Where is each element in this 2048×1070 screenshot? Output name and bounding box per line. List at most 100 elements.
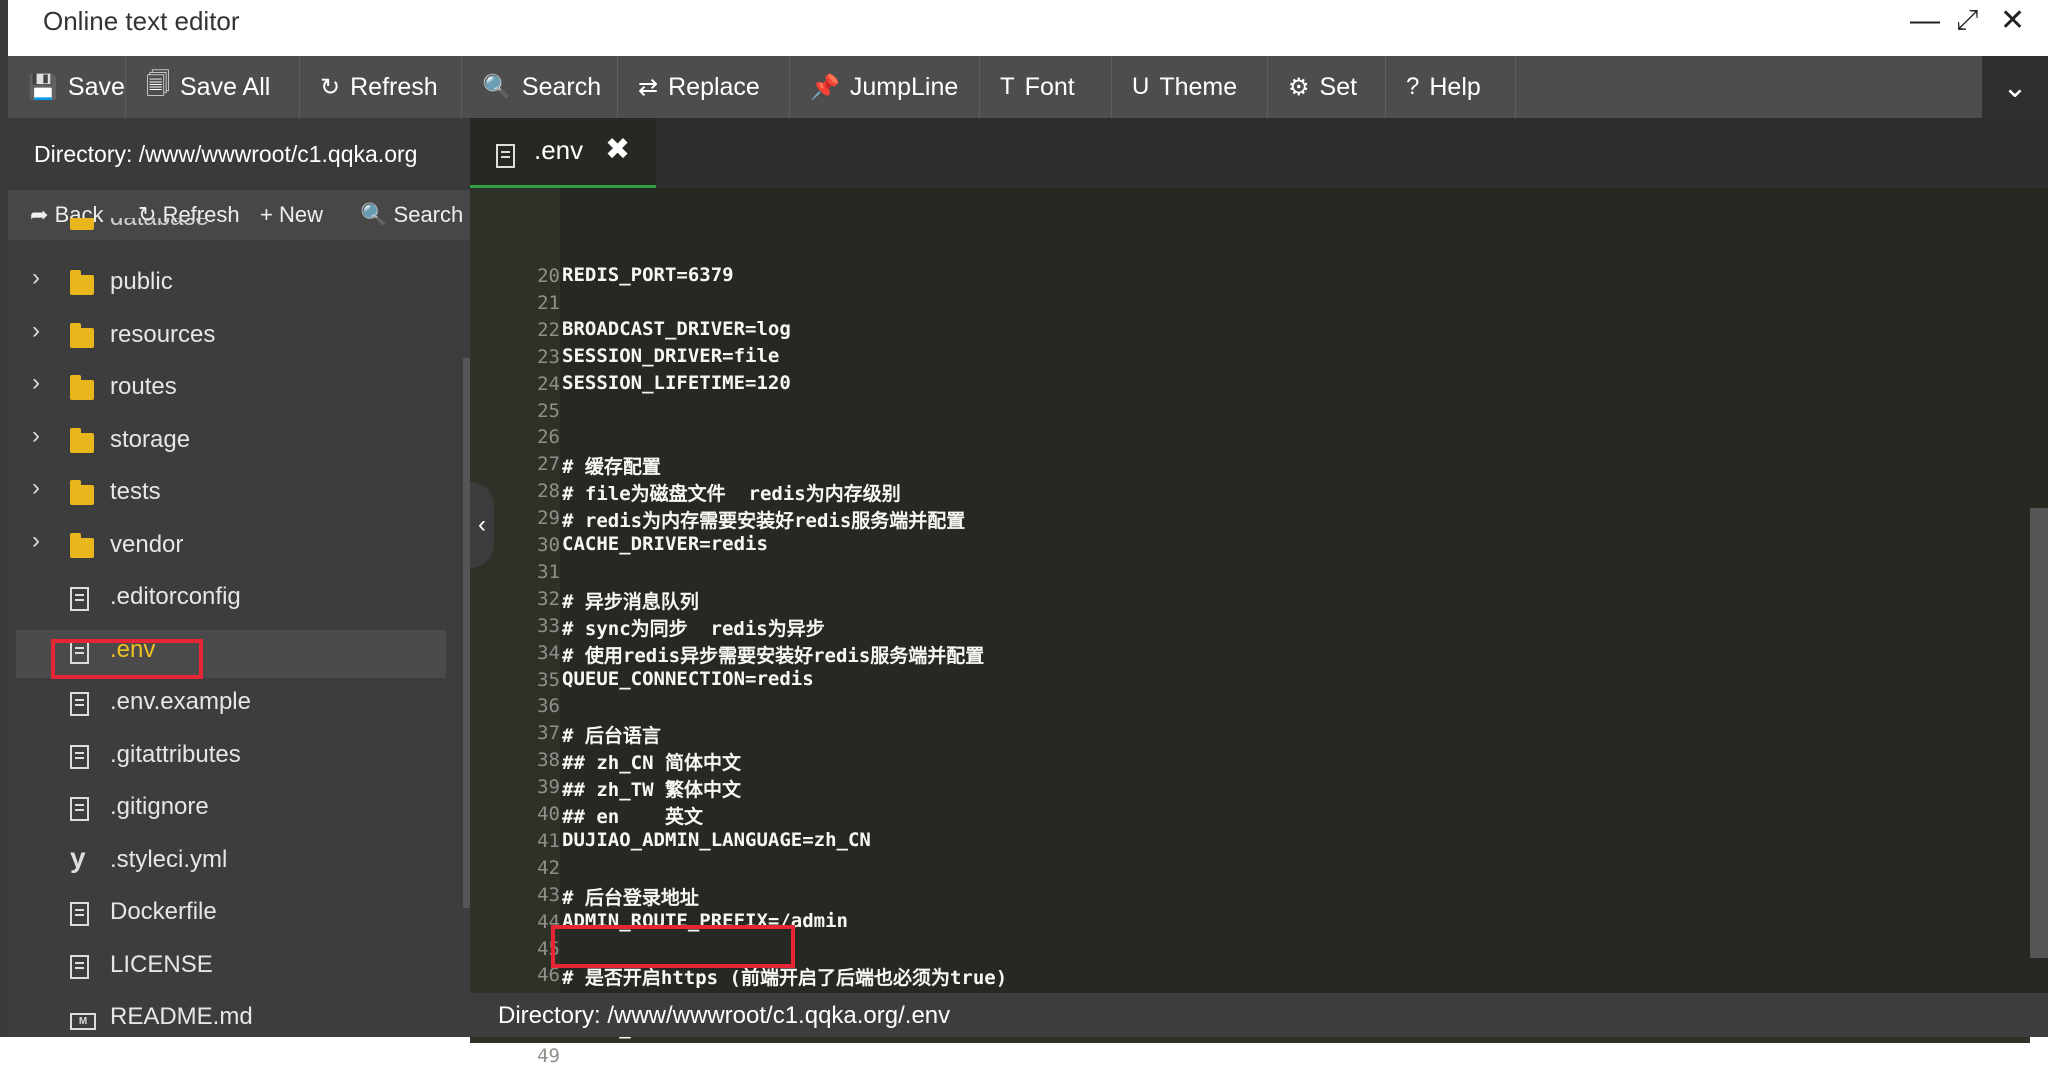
line-text: SESSION_LIFETIME=120 <box>562 371 791 394</box>
code-line[interactable]: 22 BROADCAST_DRIVER=log <box>470 317 2030 344</box>
folder-icon <box>70 480 94 505</box>
chevron-right-icon[interactable]: › <box>32 317 40 345</box>
code-line[interactable]: 31 <box>470 559 2030 586</box>
code-line[interactable]: 26 <box>470 424 2030 451</box>
sidebar-scrollbar[interactable] <box>463 358 470 908</box>
line-number: 24 <box>537 372 560 395</box>
tree-item-readme[interactable]: M README.md <box>8 997 448 1037</box>
line-text: # 后台登录地址 <box>562 886 699 909</box>
tree-item-gitignore[interactable]: .gitignore <box>8 787 448 835</box>
line-text: # 后台语言 <box>562 725 661 748</box>
code-line[interactable]: 29 # redis为内存需要安装好redis服务端并配置 <box>470 505 2030 532</box>
code-line[interactable]: 36 <box>470 693 2030 720</box>
window-left-edge <box>0 0 8 1037</box>
code-line[interactable]: 34 # 使用redis异步需要安装好redis服务端并配置 <box>470 640 2030 667</box>
search-button[interactable]: 🔍 Search <box>462 56 618 118</box>
replace-button[interactable]: ⇄ Replace <box>618 56 790 118</box>
file-icon <box>70 955 89 982</box>
line-text: # redis为内存需要安装好redis服务端并配置 <box>562 510 966 533</box>
close-button[interactable]: ✕ <box>2000 6 2025 36</box>
tree-item-vendor[interactable]: › vendor <box>8 525 448 573</box>
sidebar-collapse-button[interactable]: ‹ <box>470 482 494 568</box>
code-line[interactable]: 49 <box>470 1043 2030 1070</box>
chevron-right-icon[interactable]: › <box>32 264 40 292</box>
editor-area: .env ✖ 20 REDIS_PORT=6379 21 22 BROADCAST_DR… <box>470 118 2048 1067</box>
tree-item-public[interactable]: › public <box>8 262 448 310</box>
file-icon <box>70 797 89 824</box>
editor-scrollbar[interactable] <box>2030 508 2048 958</box>
code-line[interactable]: 25 <box>470 398 2030 425</box>
line-number: 22 <box>537 318 560 341</box>
line-number: 32 <box>537 587 560 610</box>
save-button[interactable]: 💾 Save <box>8 56 126 118</box>
help-icon: ? <box>1406 73 1420 100</box>
line-text: DUJIAO_ADMIN_LANGUAGE=zh_CN <box>562 828 871 851</box>
folder-icon <box>70 218 94 230</box>
save-all-button[interactable]: 🗐 Save All <box>126 56 300 118</box>
code-line[interactable]: 23 SESSION_DRIVER=file <box>470 344 2030 371</box>
code-line[interactable]: 38 ## zh_CN 简体中文 <box>470 747 2030 774</box>
code-line[interactable]: 32 # 异步消息队列 <box>470 586 2030 613</box>
refresh-icon: ↻ <box>320 73 341 101</box>
folder-icon <box>70 533 94 558</box>
jumpline-button[interactable]: 📌 JumpLine <box>790 56 980 118</box>
code-line[interactable]: 39 ## zh_TW 繁体中文 <box>470 774 2030 801</box>
line-text: ## zh_TW 繁体中文 <box>562 779 741 802</box>
chevron-right-icon[interactable]: › <box>32 369 40 397</box>
save-label: Save <box>67 72 125 101</box>
code-line[interactable]: 30 CACHE_DRIVER=redis <box>470 532 2030 559</box>
code-line[interactable]: 37 # 后台语言 <box>470 720 2030 747</box>
tree-item-database[interactable]: database <box>8 218 448 242</box>
font-button[interactable]: T Font <box>980 56 1112 118</box>
tree-item-env-example[interactable]: .env.example <box>8 682 448 730</box>
folder-icon <box>70 270 94 295</box>
folder-icon <box>70 375 94 400</box>
code-line[interactable]: 40 ## en 英文 <box>470 801 2030 828</box>
help-button[interactable]: ? Help <box>1386 56 1516 118</box>
code-line[interactable]: 41 DUJIAO_ADMIN_LANGUAGE=zh_CN <box>470 828 2030 855</box>
code-line[interactable]: 28 # file为磁盘文件 redis为内存级别 <box>470 478 2030 505</box>
code-line[interactable]: 21 <box>470 290 2030 317</box>
tree-item-dockerfile[interactable]: Dockerfile <box>8 892 448 940</box>
code-line[interactable]: 43 # 后台登录地址 <box>470 882 2030 909</box>
toolbar-collapse-button[interactable]: ⌄ <box>1982 56 2048 118</box>
theme-button[interactable]: U Theme <box>1112 56 1268 118</box>
code-line[interactable]: 42 <box>470 855 2030 882</box>
tree-item-storage[interactable]: › storage <box>8 420 448 468</box>
tree-item-license[interactable]: LICENSE <box>8 945 448 993</box>
tab-close-icon[interactable]: ✖ <box>605 132 630 167</box>
folder-icon <box>70 323 94 348</box>
line-number: 46 <box>537 964 560 987</box>
tab-env[interactable]: .env ✖ <box>470 118 656 188</box>
chevron-right-icon[interactable]: › <box>32 474 40 502</box>
save-all-label: Save All <box>179 72 271 101</box>
line-number: 38 <box>537 749 560 772</box>
tree-item-tests[interactable]: › tests <box>8 472 448 520</box>
code-line[interactable]: 27 # 缓存配置 <box>470 451 2030 478</box>
replace-label: Replace <box>668 72 760 101</box>
minimize-button[interactable]: — <box>1910 6 1940 36</box>
search-icon: 🔍 <box>482 73 512 101</box>
code-line[interactable]: 35 QUEUE_CONNECTION=redis <box>470 667 2030 694</box>
refresh-label: Refresh <box>350 72 438 101</box>
tree-item-label: .gitattributes <box>110 741 241 768</box>
status-directory: Directory: /www/wwwroot/c1.qqka.org/.env <box>498 1002 951 1029</box>
tree-item-styleci[interactable]: y .styleci.yml <box>8 840 448 888</box>
file-tree: database › public › resources › routes ›… <box>8 218 453 1037</box>
chevron-right-icon[interactable]: › <box>32 527 40 555</box>
maximize-button[interactable]: ⤢ <box>1956 5 1978 35</box>
code-line[interactable]: 33 # sync为同步 redis为异步 <box>470 613 2030 640</box>
font-icon: T <box>1000 73 1015 100</box>
tree-item-editorconfig[interactable]: .editorconfig <box>8 577 448 625</box>
line-text: ## en 英文 <box>562 806 703 828</box>
refresh-button[interactable]: ↻ Refresh <box>300 56 462 118</box>
tree-item-routes[interactable]: › routes <box>8 367 448 415</box>
tree-item-resources[interactable]: › resources <box>8 315 448 363</box>
tree-item-gitattributes[interactable]: .gitattributes <box>8 735 448 783</box>
line-number: 31 <box>537 560 560 583</box>
code-line[interactable]: 20 REDIS_PORT=6379 <box>470 263 2030 290</box>
set-button[interactable]: ⚙ Set <box>1268 56 1386 118</box>
line-number: 34 <box>537 641 560 664</box>
code-line[interactable]: 24 SESSION_LIFETIME=120 <box>470 371 2030 398</box>
chevron-right-icon[interactable]: › <box>32 422 40 450</box>
